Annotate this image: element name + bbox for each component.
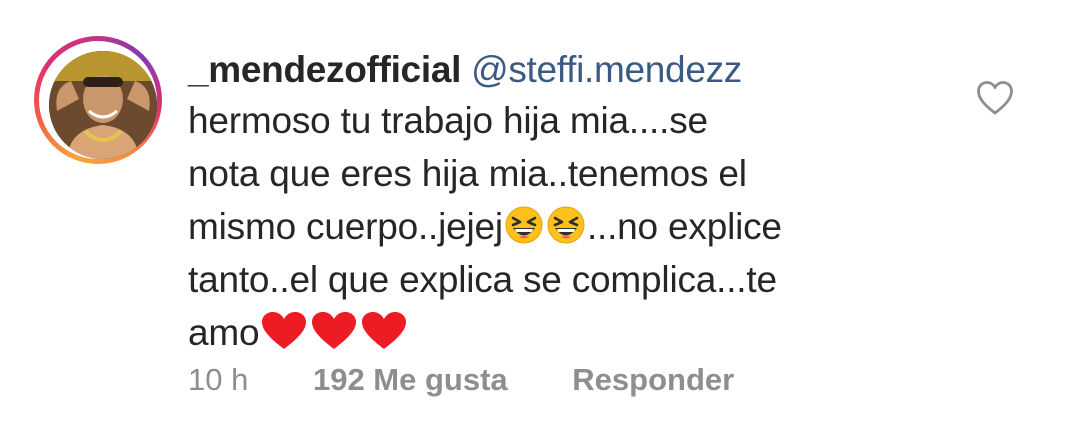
laughing-emoji-icon	[504, 205, 544, 259]
red-heart-emoji-icon	[310, 311, 358, 365]
comment-line: amo	[188, 306, 888, 359]
comment-body: _mendezofficial @steffi.mendezz hermoso …	[188, 46, 888, 359]
comment-line: hermoso tu trabajo hija mia....se	[188, 100, 708, 141]
mention-link[interactable]: @steffi.mendezz	[471, 49, 742, 90]
timestamp: 10 h	[188, 362, 249, 397]
comment-line-text: ...no explice	[586, 206, 782, 247]
comment-line-text: mismo cuerpo..jejej	[188, 206, 503, 247]
username-link[interactable]: _mendezofficial	[188, 49, 461, 90]
laughing-emoji-icon	[546, 205, 586, 259]
comment-text: hermoso tu trabajo hija mia....se nota q…	[188, 94, 888, 359]
likes-count-link[interactable]: 192 Me gusta	[313, 362, 508, 397]
avatar[interactable]	[49, 51, 157, 159]
story-ring[interactable]	[34, 36, 162, 164]
comment-header: _mendezofficial @steffi.mendezz	[188, 46, 888, 94]
comment-row: _mendezofficial @steffi.mendezz hermoso …	[0, 0, 1079, 446]
heart-outline-icon[interactable]	[976, 80, 1014, 116]
red-heart-emoji-icon	[360, 311, 408, 365]
reply-button[interactable]: Responder	[572, 362, 734, 397]
comment-line: tanto..el que explica se complica...te	[188, 259, 777, 300]
comment-line: mismo cuerpo..jejej ...no explice	[188, 200, 888, 253]
comment-line: nota que eres hija mia..tenemos el	[188, 153, 747, 194]
comment-meta: 10 h 192 Me gusta Responder	[188, 360, 790, 400]
red-heart-emoji-icon	[260, 311, 308, 365]
comment-line-text: amo	[188, 312, 260, 353]
